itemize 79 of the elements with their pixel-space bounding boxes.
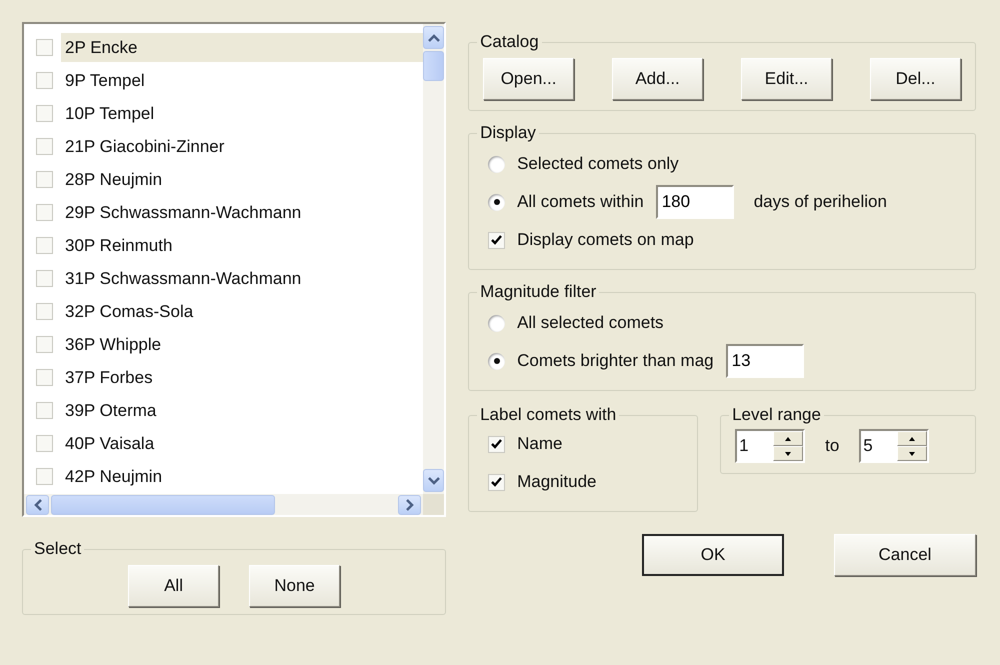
option-label: Comets brighter than mag <box>517 351 714 371</box>
checkbox[interactable] <box>36 303 53 320</box>
list-item[interactable]: 2P Encke <box>61 33 424 62</box>
triangle-up-icon[interactable] <box>785 436 792 440</box>
vertical-scrollbar[interactable] <box>423 24 444 494</box>
horizontal-scrollbar[interactable] <box>24 494 444 515</box>
list-item[interactable]: 29P Schwassmann-Wachmann <box>61 198 424 227</box>
range-separator: to <box>825 436 840 456</box>
option-label: Name <box>517 434 562 454</box>
group-title: Level range <box>731 405 822 425</box>
radio-button[interactable] <box>488 194 506 210</box>
checkbox[interactable] <box>36 204 53 221</box>
option-label: Selected comets only <box>517 154 679 174</box>
list-item[interactable]: 31P Schwassmann-Wachmann <box>61 264 424 293</box>
scroll-right-button[interactable] <box>398 494 422 514</box>
option-label: Display comets on map <box>517 230 694 250</box>
group-title: Label comets with <box>479 405 618 425</box>
chevron-right-icon <box>406 498 414 510</box>
group-title: Select <box>33 539 82 559</box>
spin-field[interactable]: 1 <box>735 429 806 463</box>
text-field[interactable]: 180 <box>656 185 734 219</box>
checkbox[interactable] <box>488 232 506 248</box>
checkbox[interactable] <box>36 138 53 155</box>
chevron-up-icon <box>428 34 440 42</box>
list-item[interactable]: 28P Neujmin <box>61 165 424 194</box>
scroll-thumb[interactable] <box>423 51 444 81</box>
catalog-button[interactable]: Edit... <box>741 58 832 100</box>
list-item[interactable]: 21P Giacobini-Zinner <box>61 132 424 161</box>
triangle-down-icon[interactable] <box>909 452 916 456</box>
scroll-down-button[interactable] <box>423 469 444 492</box>
checkbox[interactable] <box>36 435 53 452</box>
checkbox[interactable] <box>488 436 506 452</box>
scroll-thumb[interactable] <box>51 494 275 514</box>
radio-button[interactable] <box>488 352 506 370</box>
checkbox[interactable] <box>36 39 53 56</box>
checkbox[interactable] <box>36 468 53 485</box>
scroll-up-button[interactable] <box>423 26 444 49</box>
checkbox[interactable] <box>488 474 506 490</box>
option-label: days of perihelion <box>754 192 887 212</box>
checkbox[interactable] <box>36 72 53 89</box>
radio-button[interactable] <box>488 314 506 332</box>
list-item[interactable]: 10P Tempel <box>61 99 424 128</box>
option-label: Magnitude <box>517 472 596 492</box>
spin-field[interactable]: 5 <box>859 429 930 463</box>
catalog-button[interactable]: Del... <box>870 58 961 100</box>
checkbox[interactable] <box>36 336 53 353</box>
group-title: Display <box>479 123 537 143</box>
option-label: All comets within <box>517 192 644 212</box>
chevron-down-icon <box>428 476 440 484</box>
checkbox[interactable] <box>36 270 53 287</box>
catalog-button[interactable]: Add... <box>612 58 704 100</box>
checkbox[interactable] <box>36 237 53 254</box>
select-button[interactable]: None <box>249 565 340 607</box>
scrollbar-corner <box>423 494 444 515</box>
list-item[interactable]: 42P Neujmin <box>61 462 424 491</box>
group-title: Catalog <box>479 32 540 52</box>
select-button[interactable]: All <box>128 565 220 607</box>
list-item[interactable]: 30P Reinmuth <box>61 231 424 260</box>
scroll-left-button[interactable] <box>26 494 49 514</box>
list-item[interactable]: 40P Vaisala <box>61 429 424 458</box>
option-label: All selected comets <box>517 313 664 333</box>
list-item[interactable]: 32P Comas-Sola <box>61 297 424 326</box>
chevron-left-icon <box>34 498 42 510</box>
list-item[interactable]: 9P Tempel <box>61 66 424 95</box>
list-item[interactable]: 39P Oterma <box>61 396 424 425</box>
triangle-up-icon[interactable] <box>909 436 916 440</box>
list-item[interactable]: 36P Whipple <box>61 330 424 359</box>
checkbox[interactable] <box>36 105 53 122</box>
checkbox[interactable] <box>36 369 53 386</box>
checkbox[interactable] <box>36 402 53 419</box>
triangle-down-icon[interactable] <box>785 452 792 456</box>
catalog-button[interactable]: Open... <box>483 58 574 100</box>
list-item[interactable]: 37P Forbes <box>61 363 424 392</box>
checkbox[interactable] <box>36 171 53 188</box>
dialog-button[interactable]: Cancel <box>834 534 976 576</box>
group-title: Magnitude filter <box>479 282 598 302</box>
dialog-button[interactable]: OK <box>642 534 784 576</box>
radio-button[interactable] <box>488 156 506 172</box>
text-field[interactable]: 13 <box>726 344 804 378</box>
